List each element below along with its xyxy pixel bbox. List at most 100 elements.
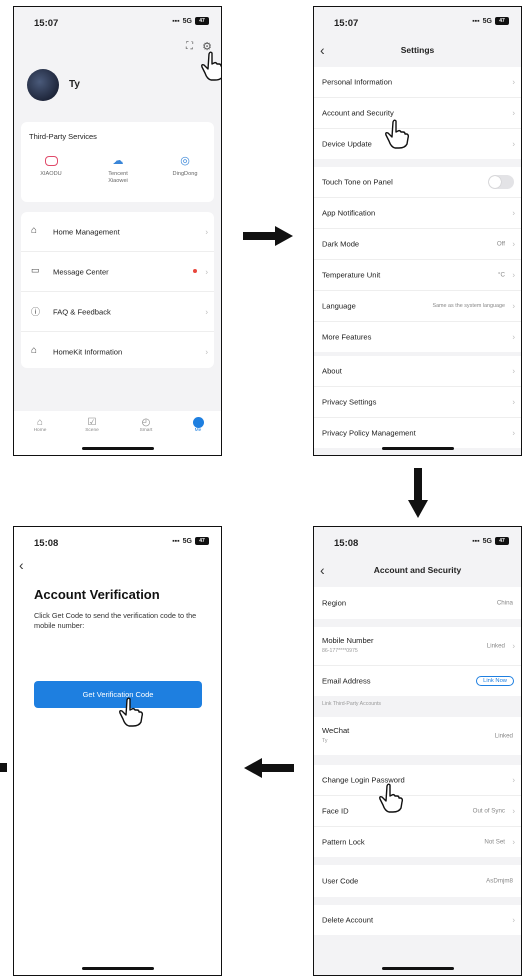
- page-title: Settings: [400, 45, 435, 55]
- account-item-user-code[interactable]: User Code AsDmjm8: [314, 865, 521, 897]
- account-item-change-password[interactable]: Change Login Password ›: [314, 765, 521, 796]
- menu-item-home-management[interactable]: ⌂ Home Management ›: [21, 212, 214, 252]
- tab-home[interactable]: ⌂ Home: [28, 417, 52, 433]
- account-item-wechat[interactable]: WeChat Ty Linked: [314, 717, 521, 755]
- chevron-right-icon: ›: [512, 239, 515, 249]
- third-party-card: Third-Party Services XIAODU ☁ Tencent Xi…: [21, 122, 214, 202]
- temperature-unit-value: °C: [498, 271, 505, 279]
- signal-icon: ▪▪▪: [172, 537, 180, 545]
- arrow-left-icon: [244, 758, 294, 778]
- status-bar: 15:08 ▪▪▪ 5G 47: [14, 527, 221, 557]
- account-group-user-code: User Code AsDmjm8: [314, 865, 521, 897]
- chevron-right-icon: ›: [512, 915, 515, 925]
- settings-item-privacy-settings[interactable]: Privacy Settings ›: [314, 387, 521, 418]
- chevron-right-icon: ›: [512, 270, 515, 280]
- settings-item-touch-tone[interactable]: Touch Tone on Panel: [314, 167, 521, 198]
- account-item-face-id[interactable]: Face ID Out of Sync ›: [314, 796, 521, 827]
- third-party-title: Third-Party Services: [29, 132, 97, 141]
- menu-item-homekit[interactable]: ⌂ HomeKit Information ›: [21, 332, 214, 371]
- settings-item-temperature-unit[interactable]: Temperature Unit °C ›: [314, 260, 521, 291]
- dingdong-icon: ◎: [180, 155, 190, 167]
- settings-item-personal-info[interactable]: Personal Information ›: [314, 67, 521, 98]
- menu-item-message-center[interactable]: ▭ Message Center ›: [21, 252, 214, 292]
- account-item-mobile[interactable]: Mobile Number 86-177****0975 Linked ›: [314, 627, 521, 666]
- signal-icon: ▪▪▪: [472, 537, 480, 545]
- chevron-right-icon: ›: [512, 108, 515, 118]
- link-third-party-header: Link Third-Party Accounts: [322, 701, 382, 707]
- account-item-pattern-lock[interactable]: Pattern Lock Not Set ›: [314, 827, 521, 857]
- home-indicator: [381, 967, 454, 970]
- settings-group-account: Personal Information › Account and Securi…: [314, 67, 521, 159]
- phone-screen-account-security: 15:08 ▪▪▪ 5G 47 ‹ Account and Security R…: [313, 526, 522, 976]
- chevron-right-icon: ›: [512, 806, 515, 816]
- tap-hand-icon: [385, 119, 410, 149]
- status-time: 15:08: [334, 538, 359, 549]
- third-party-item-dingdong[interactable]: ◎ DingDong: [163, 155, 207, 178]
- account-group-delete: Delete Account ›: [314, 905, 521, 935]
- third-party-item-xiaodu[interactable]: XIAODU: [31, 156, 71, 177]
- dark-mode-value: Off: [496, 240, 505, 248]
- tab-smart[interactable]: ◴ Smart: [134, 417, 158, 433]
- scan-icon[interactable]: ⛶: [186, 41, 193, 52]
- phone-screen-account-verification: 15:08 ▪▪▪ 5G 47 ‹ Account Verification C…: [13, 526, 222, 976]
- link-now-button[interactable]: Link Now: [476, 676, 514, 686]
- account-group-contact: Mobile Number 86-177****0975 Linked › Em…: [314, 627, 521, 696]
- status-icons: ▪▪▪ 5G 47: [472, 537, 509, 545]
- tab-scene[interactable]: ☑ Scene: [80, 417, 104, 433]
- smart-tab-icon: ◴: [141, 417, 151, 428]
- settings-item-privacy-policy[interactable]: Privacy Policy Management ›: [314, 418, 521, 448]
- settings-item-app-notification[interactable]: App Notification ›: [314, 198, 521, 229]
- arrow-stub-mark: [0, 763, 7, 772]
- chevron-right-icon: ›: [512, 77, 515, 87]
- settings-group-preferences: Touch Tone on Panel App Notification › Da…: [314, 167, 521, 352]
- account-item-email[interactable]: Email Address Link Now: [314, 666, 521, 696]
- status-icons: ▪▪▪ 5G 47: [472, 17, 509, 25]
- third-party-item-tencent[interactable]: ☁ Tencent Xiaowei: [98, 156, 138, 185]
- user-name[interactable]: Ty: [69, 79, 80, 90]
- third-party-label: XIAODU: [40, 171, 62, 177]
- settings-item-more-features[interactable]: More Features ›: [314, 322, 521, 352]
- account-item-delete[interactable]: Delete Account ›: [314, 905, 521, 935]
- account-group-wechat: WeChat Ty Linked: [314, 717, 521, 755]
- settings-item-device-update[interactable]: Device Update ›: [314, 129, 521, 159]
- unread-dot: [193, 269, 197, 273]
- chevron-right-icon: ›: [512, 366, 515, 376]
- settings-item-about[interactable]: About ›: [314, 356, 521, 387]
- account-group-security: Change Login Password › Face ID Out of Syn…: [314, 765, 521, 857]
- mobile-number-value: 86-177****0975: [322, 648, 358, 654]
- battery-icon: 47: [195, 537, 209, 545]
- settings-item-dark-mode[interactable]: Dark Mode Off ›: [314, 229, 521, 260]
- settings-item-language[interactable]: Language Same as the system language ›: [314, 291, 521, 322]
- settings-item-account-security[interactable]: Account and Security ›: [314, 98, 521, 129]
- status-time: 15:07: [334, 18, 359, 29]
- chevron-right-icon: ›: [512, 775, 515, 785]
- chevron-right-icon: ›: [205, 347, 208, 356]
- tab-me[interactable]: Me: [186, 417, 210, 433]
- house-icon: ⌂: [31, 225, 38, 236]
- chevron-right-icon: ›: [512, 428, 515, 438]
- status-icons: ▪▪▪ 5G 47: [172, 17, 209, 25]
- battery-icon: 47: [495, 537, 509, 545]
- settings-group-about: About › Privacy Settings › Privacy Policy …: [314, 356, 521, 448]
- touch-tone-toggle[interactable]: [488, 175, 514, 189]
- cloud-icon: ☁: [112, 155, 124, 167]
- avatar[interactable]: [27, 69, 59, 101]
- account-item-region[interactable]: Region China: [314, 587, 521, 619]
- menu-item-faq-feedback[interactable]: ⓘ FAQ & Feedback ›: [21, 292, 214, 332]
- xiaodu-icon: [44, 156, 58, 166]
- nav-header: ‹ Settings: [314, 37, 521, 65]
- back-chevron-icon[interactable]: ‹: [19, 557, 24, 573]
- homekit-icon: ⌂: [31, 345, 38, 356]
- status-time: 15:07: [34, 18, 59, 29]
- chevron-right-icon: ›: [512, 301, 515, 311]
- network-label: 5G: [182, 17, 192, 25]
- nav-header: ‹ Account and Security: [314, 557, 521, 585]
- chevron-right-icon: ›: [512, 139, 515, 149]
- home-tab-icon: ⌂: [36, 417, 44, 428]
- chevron-right-icon: ›: [512, 208, 515, 218]
- chevron-right-icon: ›: [205, 267, 208, 276]
- arrow-down-icon: [408, 468, 428, 518]
- status-icons: ▪▪▪ 5G 47: [172, 537, 209, 545]
- status-bar: 15:07 ▪▪▪ 5G 47: [314, 7, 521, 37]
- status-bar: 15:07 ▪▪▪ 5G 47: [14, 7, 221, 37]
